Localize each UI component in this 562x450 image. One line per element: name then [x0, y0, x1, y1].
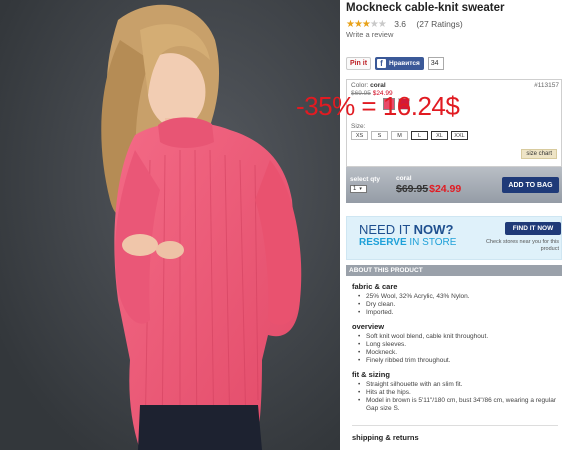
promo-headline: NEED IT NOW?	[359, 222, 453, 237]
list-item: Soft knit wool blend, cable knit through…	[352, 333, 560, 341]
qty-label: select qty	[350, 176, 380, 183]
list-item: Mockneck.	[352, 349, 560, 357]
list-item: Straight silhouette with an slim fit.	[352, 381, 560, 389]
cart-price: $69.95$24.99	[396, 183, 461, 195]
cart-color: coral	[396, 175, 412, 182]
list-item: Long sleeves.	[352, 341, 560, 349]
promo-subline: RESERVE IN STORE	[359, 237, 456, 248]
discount-overlay-text: -35% = 16.24$	[296, 91, 460, 121]
qty-value: 1	[353, 186, 357, 192]
size-xl[interactable]: XL	[431, 131, 448, 140]
section-title-overview: overview	[352, 322, 385, 331]
pinterest-button[interactable]: Pin it	[346, 56, 371, 70]
shipping-returns-link[interactable]: shipping & returns	[352, 433, 419, 442]
section-title-fabric: fabric & care	[352, 282, 398, 291]
rating-value: 3.6	[394, 19, 407, 29]
size-xs[interactable]: XS	[351, 131, 368, 140]
facebook-label: Нравится	[389, 59, 420, 67]
color-value: coral	[370, 82, 386, 89]
color-label: Color:	[351, 82, 369, 89]
list-item: Model in brown is 5'11"/180 cm, bust 34"…	[352, 397, 560, 413]
product-panel: Mockneck cable-knit sweater ★★★★★ 3.6 (2…	[346, 0, 562, 450]
rating-row[interactable]: ★★★★★ 3.6 (27 Ratings)	[346, 19, 463, 30]
promo-note: Check stores near you for this product	[485, 239, 559, 252]
cart-price-old: $69.95	[396, 183, 429, 195]
size-s[interactable]: S	[371, 131, 388, 140]
divider	[352, 425, 558, 426]
facebook-icon: f	[377, 58, 386, 68]
size-m[interactable]: M	[391, 131, 408, 140]
promo-subline-a: RESERVE	[359, 237, 407, 248]
star-rating-icon: ★★★★★	[346, 19, 387, 30]
write-review-link[interactable]: Write a review	[346, 30, 393, 39]
share-row: Pin it f Нравится 34	[346, 56, 444, 70]
product-photo	[0, 0, 340, 450]
product-details: fabric & care 25% Wool, 32% Acrylic, 43%…	[352, 282, 560, 418]
pinterest-label: Pin it	[349, 59, 368, 67]
cart-price-new: $24.99	[429, 183, 462, 195]
color-line: Color: coral	[351, 82, 386, 89]
overview-list: Soft knit wool blend, cable knit through…	[352, 333, 560, 365]
add-to-bag-bar: select qty 1 ▾ coral $69.95$24.99 ADD TO…	[346, 167, 562, 203]
size-chart-link[interactable]: size chart	[521, 149, 557, 159]
reserve-in-store-banner[interactable]: NEED IT NOW? RESERVE IN STORE FIND IT NO…	[346, 216, 562, 260]
list-item: 25% Wool, 32% Acrylic, 43% Nylon.	[352, 293, 560, 301]
qty-select[interactable]: 1 ▾	[350, 185, 367, 193]
model-illustration	[0, 0, 340, 450]
fit-list: Straight silhouette with an slim fit. Hi…	[352, 381, 560, 413]
size-xxl[interactable]: XXL	[451, 131, 468, 140]
section-title-fit: fit & sizing	[352, 370, 390, 379]
rating-count[interactable]: (27 Ratings)	[416, 19, 462, 29]
list-item: Finely ribbed trim throughout.	[352, 357, 560, 365]
product-title: Mockneck cable-knit sweater	[346, 2, 505, 14]
promo-headline-a: NEED IT	[359, 222, 414, 237]
list-item: Imported.	[352, 309, 560, 317]
sku-number: #113157	[534, 82, 559, 89]
facebook-count: 34	[427, 56, 444, 70]
promo-subline-b: IN STORE	[406, 237, 457, 248]
facebook-like-button[interactable]: f Нравится	[375, 56, 424, 70]
size-selector: XS S M L XL XXL	[351, 131, 468, 140]
add-to-bag-button[interactable]: ADD TO BAG	[502, 177, 559, 193]
find-it-now-button[interactable]: FIND IT NOW	[505, 222, 561, 235]
chevron-down-icon: ▾	[359, 186, 362, 192]
fabric-list: 25% Wool, 32% Acrylic, 43% Nylon. Dry cl…	[352, 293, 560, 317]
list-item: Hits at the hips.	[352, 389, 560, 397]
size-label: Size:	[351, 123, 366, 130]
about-header: ABOUT THIS PRODUCT	[346, 265, 562, 276]
size-l[interactable]: L	[411, 131, 428, 140]
promo-headline-b: NOW?	[413, 222, 454, 237]
list-item: Dry clean.	[352, 301, 560, 309]
